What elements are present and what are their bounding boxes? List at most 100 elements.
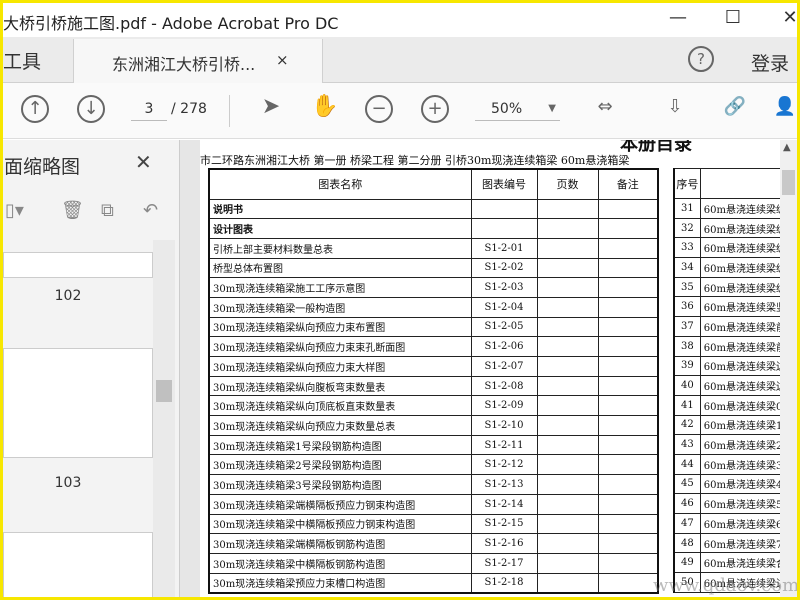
scrollbar-thumb[interactable] — [782, 170, 795, 195]
row-number: 41 — [673, 394, 701, 416]
table-row: 47 60m悬浇连续梁6号 — [673, 513, 797, 534]
row-notes — [597, 395, 659, 417]
pdf-page: 本册目录 市二环路东洲湘江大桥 第一册 桥梁工程 第二分册 引桥30m现浇连续箱… — [200, 140, 797, 597]
row-notes — [597, 198, 659, 220]
add-user-icon[interactable]: 👤 — [771, 95, 797, 123]
zoom-out-icon[interactable]: − — [365, 95, 393, 123]
row-number: 33 — [673, 237, 701, 259]
panel-title: 页面缩略图 — [3, 156, 81, 178]
toolbar: ↑ ↓ 3 / 278 ➤ ✋ − + 50% ▼ ⇔ ⇩ 🔗 👤 — [3, 83, 797, 139]
options-icon[interactable]: ▯▾ — [5, 200, 24, 221]
select-cursor-icon[interactable]: ➤ — [257, 95, 285, 123]
page-thumbnail[interactable] — [3, 252, 153, 278]
tab-bar: 工具 东洲湘江大桥引桥... × ? 登录 — [3, 37, 797, 83]
row-number: 32 — [673, 217, 701, 239]
toolbar-divider — [229, 95, 230, 127]
row-notes — [597, 474, 659, 495]
close-button[interactable]: ✕ — [775, 7, 797, 28]
trash-icon[interactable]: 🗑 — [61, 200, 84, 221]
table-row: 42 60m悬浇连续梁1号 — [673, 414, 797, 436]
zoom-select[interactable]: 50% ▼ — [475, 101, 560, 121]
row-pages — [536, 454, 599, 476]
page-number-input[interactable]: 3 — [131, 101, 167, 121]
table-row: 49 60m悬浇连续梁合拢 — [673, 552, 797, 574]
row-name: 引桥上部主要材料数量总表 — [208, 237, 472, 259]
row-notes — [597, 336, 659, 357]
document-scrollbar[interactable]: ▲ — [780, 140, 797, 597]
table-row: 30m现浇连续箱梁中横隔板预应力钢束构造图 S1-2-15 — [208, 513, 659, 535]
hand-tool-icon[interactable]: ✋ — [311, 95, 339, 123]
table-row: 30m现浇连续箱梁纵向腹板弯束数量表 S1-2-08 — [208, 375, 659, 397]
table-row: 30m现浇连续箱梁中横隔板钢筋构造图 S1-2-17 — [208, 552, 659, 574]
share-link-icon[interactable]: 🔗 — [721, 95, 749, 123]
watermark: www.qdaov.com — [653, 575, 797, 596]
tab-close-icon[interactable]: × — [276, 51, 289, 69]
row-code: S1-2-14 — [470, 493, 538, 515]
row-notes — [597, 277, 659, 298]
row-name: 30m现浇连续箱梁一般构造图 — [208, 296, 472, 318]
row-pages — [536, 572, 599, 594]
table-row: 38 60m悬浇连续梁前期 — [673, 335, 797, 357]
table-row: 34 60m悬浇连续梁纵向 — [673, 257, 797, 278]
contents-table: 图表名称 图表编号 页数 备注 说明书 设计图表 引桥上部主要材料数量总表 S1-2-… — [208, 168, 659, 594]
row-code: S1-2-05 — [470, 316, 538, 338]
zoom-value: 50% — [491, 101, 523, 117]
table-row: 30m现浇连续箱梁预应力束槽口构造图 S1-2-18 — [208, 572, 659, 594]
row-pages — [536, 257, 599, 279]
panel-close-icon[interactable]: ✕ — [135, 150, 152, 174]
row-pages — [536, 415, 599, 436]
row-name: 30m现浇连续箱梁纵向预应力束束孔断面图 — [208, 336, 472, 357]
row-name: 30m现浇连续箱梁纵向预应力束数量总表 — [208, 415, 472, 436]
row-notes — [597, 356, 659, 377]
table-row: 30m现浇连续箱梁3号梁段钢筋构造图 S1-2-13 — [208, 474, 659, 495]
page-thumbnail[interactable] — [3, 532, 153, 597]
scroll-mode-icon[interactable]: ⇩ — [661, 95, 689, 123]
maximize-button[interactable]: ☐ — [718, 7, 748, 28]
thumbnails-panel: 页面缩略图 ✕ ▯▾ 🗑 ⧉ ↶ 102 103 — [3, 140, 180, 597]
panel-scrollbar[interactable] — [153, 240, 175, 597]
previous-page-icon[interactable]: ↑ — [21, 95, 49, 123]
insert-page-icon[interactable]: ⧉ — [101, 200, 114, 221]
col-header: 图表编号 — [470, 168, 538, 200]
row-number: 42 — [673, 414, 701, 436]
row-notes — [597, 552, 659, 574]
help-icon[interactable]: ? — [688, 46, 714, 72]
zoom-in-icon[interactable]: + — [421, 95, 449, 123]
row-number: 46 — [673, 493, 701, 514]
row-number: 48 — [673, 532, 701, 554]
row-pages — [536, 316, 599, 338]
login-button[interactable]: 登录 — [751, 49, 789, 76]
row-code: S1-2-18 — [470, 572, 538, 594]
minimize-button[interactable]: — — [663, 7, 693, 28]
row-notes — [597, 316, 659, 338]
row-name: 30m现浇连续箱梁中横隔板钢筋构造图 — [208, 552, 472, 574]
next-page-icon[interactable]: ↓ — [77, 95, 105, 123]
fit-page-icon[interactable]: ⇔ — [591, 95, 619, 123]
scroll-up-icon[interactable]: ▲ — [783, 142, 791, 153]
row-number: 49 — [673, 552, 701, 574]
window-title: 大桥引桥施工图.pdf - Adobe Acrobat Pro DC — [3, 14, 339, 33]
row-pages — [536, 493, 599, 515]
row-name: 30m现浇连续箱梁纵向顶底板直束数量表 — [208, 395, 472, 417]
row-notes — [597, 572, 659, 594]
row-code: S1-2-03 — [470, 277, 538, 298]
row-number: 31 — [673, 198, 701, 219]
table-row: 30m现浇连续箱梁纵向预应力束束孔断面图 S1-2-06 — [208, 336, 659, 357]
table-row: 37 60m悬浇连续梁前期 — [673, 316, 797, 337]
scrollbar-thumb[interactable] — [156, 380, 172, 402]
row-pages — [536, 336, 599, 357]
row-number: 40 — [673, 375, 701, 396]
tab-tools[interactable]: 工具 — [3, 47, 41, 74]
row-notes — [597, 257, 659, 279]
undo-icon[interactable]: ↶ — [143, 200, 158, 221]
row-name: 30m现浇连续箱梁施工工序示意图 — [208, 277, 472, 298]
row-code: S1-2-11 — [470, 434, 538, 456]
row-code: S1-2-16 — [470, 533, 538, 554]
tab-document-label: 东洲湘江大桥引桥... — [112, 55, 256, 74]
table-row: 30m现浇连续箱梁一般构造图 S1-2-04 — [208, 296, 659, 318]
chevron-down-icon: ▼ — [548, 103, 556, 114]
tab-document[interactable]: 东洲湘江大桥引桥... × — [73, 39, 323, 83]
row-number: 39 — [673, 355, 701, 377]
page-thumbnail[interactable] — [3, 348, 153, 458]
row-code: S1-2-13 — [470, 474, 538, 495]
